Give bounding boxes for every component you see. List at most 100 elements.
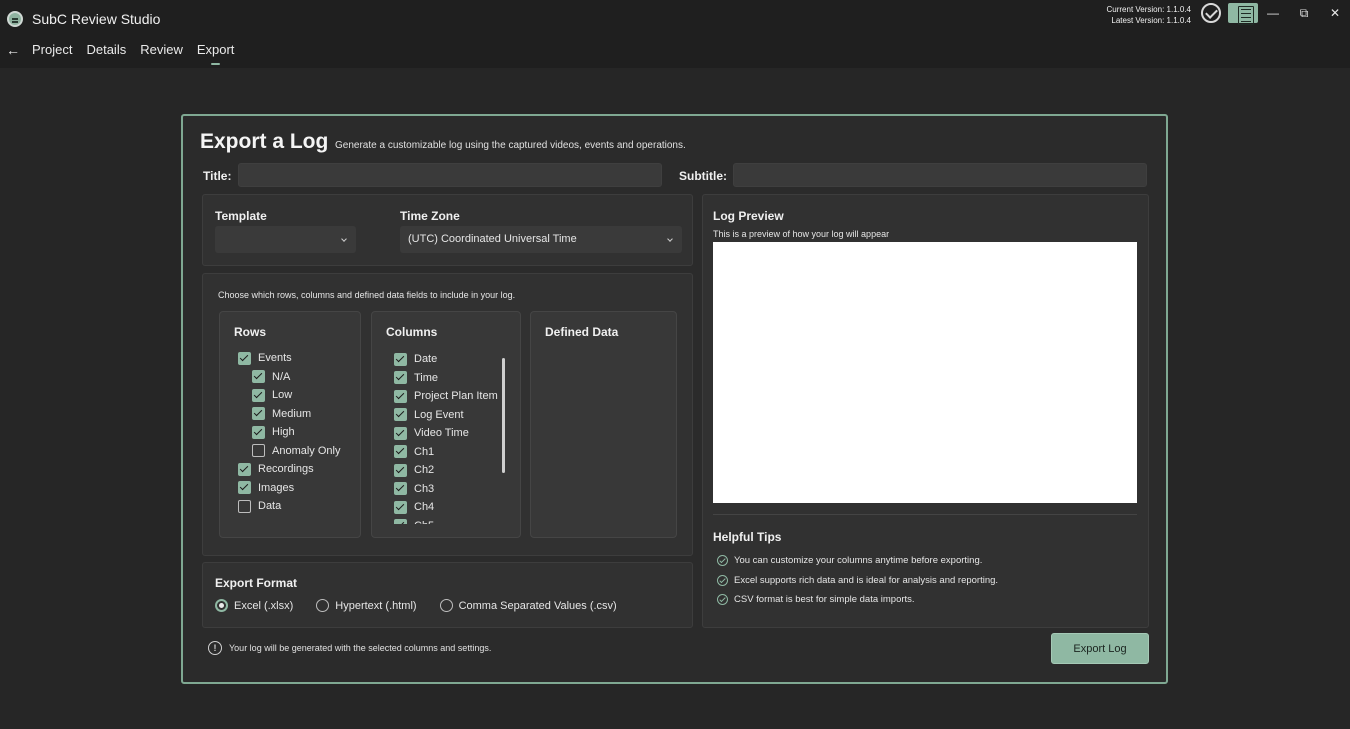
- check-circle-icon[interactable]: [1201, 3, 1221, 23]
- column-checkbox-row[interactable]: Ch2: [394, 461, 498, 480]
- column-checkbox-row[interactable]: Ch5: [394, 517, 498, 524]
- log-preview: [713, 242, 1137, 503]
- column-checkbox-row[interactable]: Project Plan Item: [394, 387, 498, 406]
- info-icon: !: [208, 641, 222, 655]
- radio-unselected-icon[interactable]: [316, 599, 330, 612]
- notes-button[interactable]: [1228, 3, 1258, 25]
- back-arrow-icon[interactable]: ←: [6, 42, 20, 58]
- column-checkbox-label: Ch1: [414, 445, 435, 458]
- row-checkbox-row[interactable]: Medium: [238, 405, 340, 424]
- checkbox-checked-icon[interactable]: [394, 482, 407, 496]
- checkbox-checked-icon[interactable]: [252, 370, 265, 384]
- tip-item: Excel supports rich data and is ideal fo…: [717, 571, 998, 591]
- column-checkbox-label: Log Event: [414, 408, 464, 421]
- tab-project[interactable]: Project: [32, 42, 72, 65]
- format-option-label: Excel (.xlsx): [234, 599, 294, 612]
- row-checkbox-label: N/A: [272, 370, 291, 383]
- row-checkbox-row[interactable]: High: [238, 423, 340, 442]
- subtitle-label: Subtitle:: [679, 169, 727, 183]
- checkbox-checked-icon[interactable]: [252, 425, 265, 439]
- format-option[interactable]: Hypertext (.html): [316, 599, 417, 612]
- timezone-select[interactable]: (UTC) Coordinated Universal Time: [400, 226, 682, 253]
- row-checkbox-row[interactable]: Low: [238, 386, 340, 405]
- timezone-label: Time Zone: [400, 209, 460, 223]
- preview-hint: This is a preview of how your log will a…: [713, 229, 890, 239]
- columns-panel: Columns Date Time Project Plan Item Log Eve…: [371, 311, 521, 538]
- checkbox-checked-icon[interactable]: [394, 408, 407, 422]
- column-checkbox-row[interactable]: Ch1: [394, 443, 498, 462]
- column-checkbox-row[interactable]: Log Event: [394, 406, 498, 425]
- columns-scrollbar[interactable]: [502, 358, 505, 473]
- tab-review[interactable]: Review: [140, 42, 183, 65]
- minimize-button[interactable]: —: [1263, 4, 1283, 22]
- column-checkbox-label: Video Time: [414, 427, 469, 440]
- selection-panel: Choose which rows, columns and defined d…: [202, 273, 693, 556]
- row-checkbox-row[interactable]: Data: [238, 497, 340, 516]
- tips-title: Helpful Tips: [713, 530, 782, 544]
- tip-text: You can customize your columns anytime b…: [734, 555, 983, 567]
- title-input[interactable]: [238, 163, 662, 187]
- subtitle-input[interactable]: [733, 163, 1147, 187]
- checkbox-checked-icon[interactable]: [394, 352, 407, 366]
- nav-tabs: Project Details Review Export: [32, 42, 234, 65]
- checkbox-checked-icon[interactable]: [394, 519, 407, 524]
- checkbox-checked-icon[interactable]: [394, 389, 407, 403]
- version-info: Current Version: 1.1.0.4 Latest Version:…: [1107, 4, 1192, 26]
- template-select[interactable]: [215, 226, 356, 253]
- checkbox-checked-icon[interactable]: [394, 445, 407, 459]
- timezone-value: (UTC) Coordinated Universal Time: [408, 233, 577, 245]
- column-checkbox-label: Ch5: [414, 520, 434, 524]
- row-checkbox-label: Medium: [272, 407, 312, 420]
- check-circle-icon: [717, 594, 728, 606]
- row-checkbox-row[interactable]: N/A: [238, 368, 340, 387]
- check-circle-icon: [717, 555, 728, 567]
- restore-button[interactable]: ⧉: [1294, 4, 1314, 22]
- checkbox-checked-icon[interactable]: [238, 462, 251, 476]
- format-option[interactable]: Comma Separated Values (.csv): [439, 599, 617, 612]
- checkbox-checked-icon[interactable]: [238, 481, 251, 495]
- check-circle-icon: [717, 574, 728, 586]
- latest-version: Latest Version: 1.1.0.4: [1111, 16, 1191, 25]
- format-option[interactable]: Excel (.xlsx): [215, 599, 293, 612]
- radio-selected-icon[interactable]: [215, 599, 228, 612]
- row-checkbox-label: Images: [258, 481, 295, 494]
- column-checkbox-row[interactable]: Time: [394, 369, 498, 388]
- checkbox-checked-icon[interactable]: [394, 463, 407, 477]
- checkbox-unchecked-icon[interactable]: [252, 444, 265, 458]
- row-checkbox-row[interactable]: Events: [238, 349, 340, 368]
- export-log-button[interactable]: Export Log: [1051, 633, 1149, 664]
- divider: [713, 514, 1137, 515]
- column-checkbox-label: Project Plan Item: [414, 390, 498, 403]
- row-checkbox-row[interactable]: Anomaly Only: [238, 442, 340, 461]
- format-panel: Export Format Excel (.xlsx) Hypertext (.h…: [202, 562, 693, 628]
- tips-list: You can customize your columns anytime b…: [717, 551, 998, 610]
- checkbox-checked-icon[interactable]: [252, 407, 265, 421]
- title-bar: SubC Review Studio Current Version: 1.1.…: [0, 0, 1350, 68]
- columns-title: Columns: [386, 325, 438, 339]
- column-checkbox-row[interactable]: Ch4: [394, 498, 498, 517]
- checkbox-checked-icon[interactable]: [252, 388, 265, 402]
- row-checkbox-label: Recordings: [258, 463, 314, 476]
- checkbox-unchecked-icon[interactable]: [238, 499, 251, 513]
- app-title: SubC Review Studio: [32, 11, 161, 27]
- tab-details[interactable]: Details: [86, 42, 126, 65]
- close-button[interactable]: ✕: [1325, 4, 1345, 22]
- checkbox-checked-icon[interactable]: [394, 371, 407, 385]
- column-checkbox-label: Ch3: [414, 482, 435, 495]
- footer-note: Your log will be generated with the sele…: [229, 643, 492, 653]
- row-checkbox-row[interactable]: Recordings: [238, 460, 340, 479]
- title-label: Title:: [203, 169, 232, 183]
- tip-text: CSV format is best for simple data impor…: [734, 594, 915, 606]
- tab-export[interactable]: Export: [197, 42, 234, 65]
- rows-list: Events N/A Low Medium High Anomaly Only Record…: [238, 349, 340, 516]
- tip-text: Excel supports rich data and is ideal fo…: [734, 574, 999, 586]
- column-checkbox-row[interactable]: Ch3: [394, 480, 498, 499]
- checkbox-checked-icon[interactable]: [394, 500, 407, 514]
- row-checkbox-row[interactable]: Images: [238, 479, 340, 498]
- radio-unselected-icon[interactable]: [439, 599, 453, 612]
- column-checkbox-row[interactable]: Date: [394, 350, 498, 369]
- column-checkbox-row[interactable]: Video Time: [394, 424, 498, 443]
- format-label: Export Format: [215, 576, 298, 590]
- checkbox-checked-icon[interactable]: [238, 351, 251, 365]
- checkbox-checked-icon[interactable]: [394, 426, 407, 440]
